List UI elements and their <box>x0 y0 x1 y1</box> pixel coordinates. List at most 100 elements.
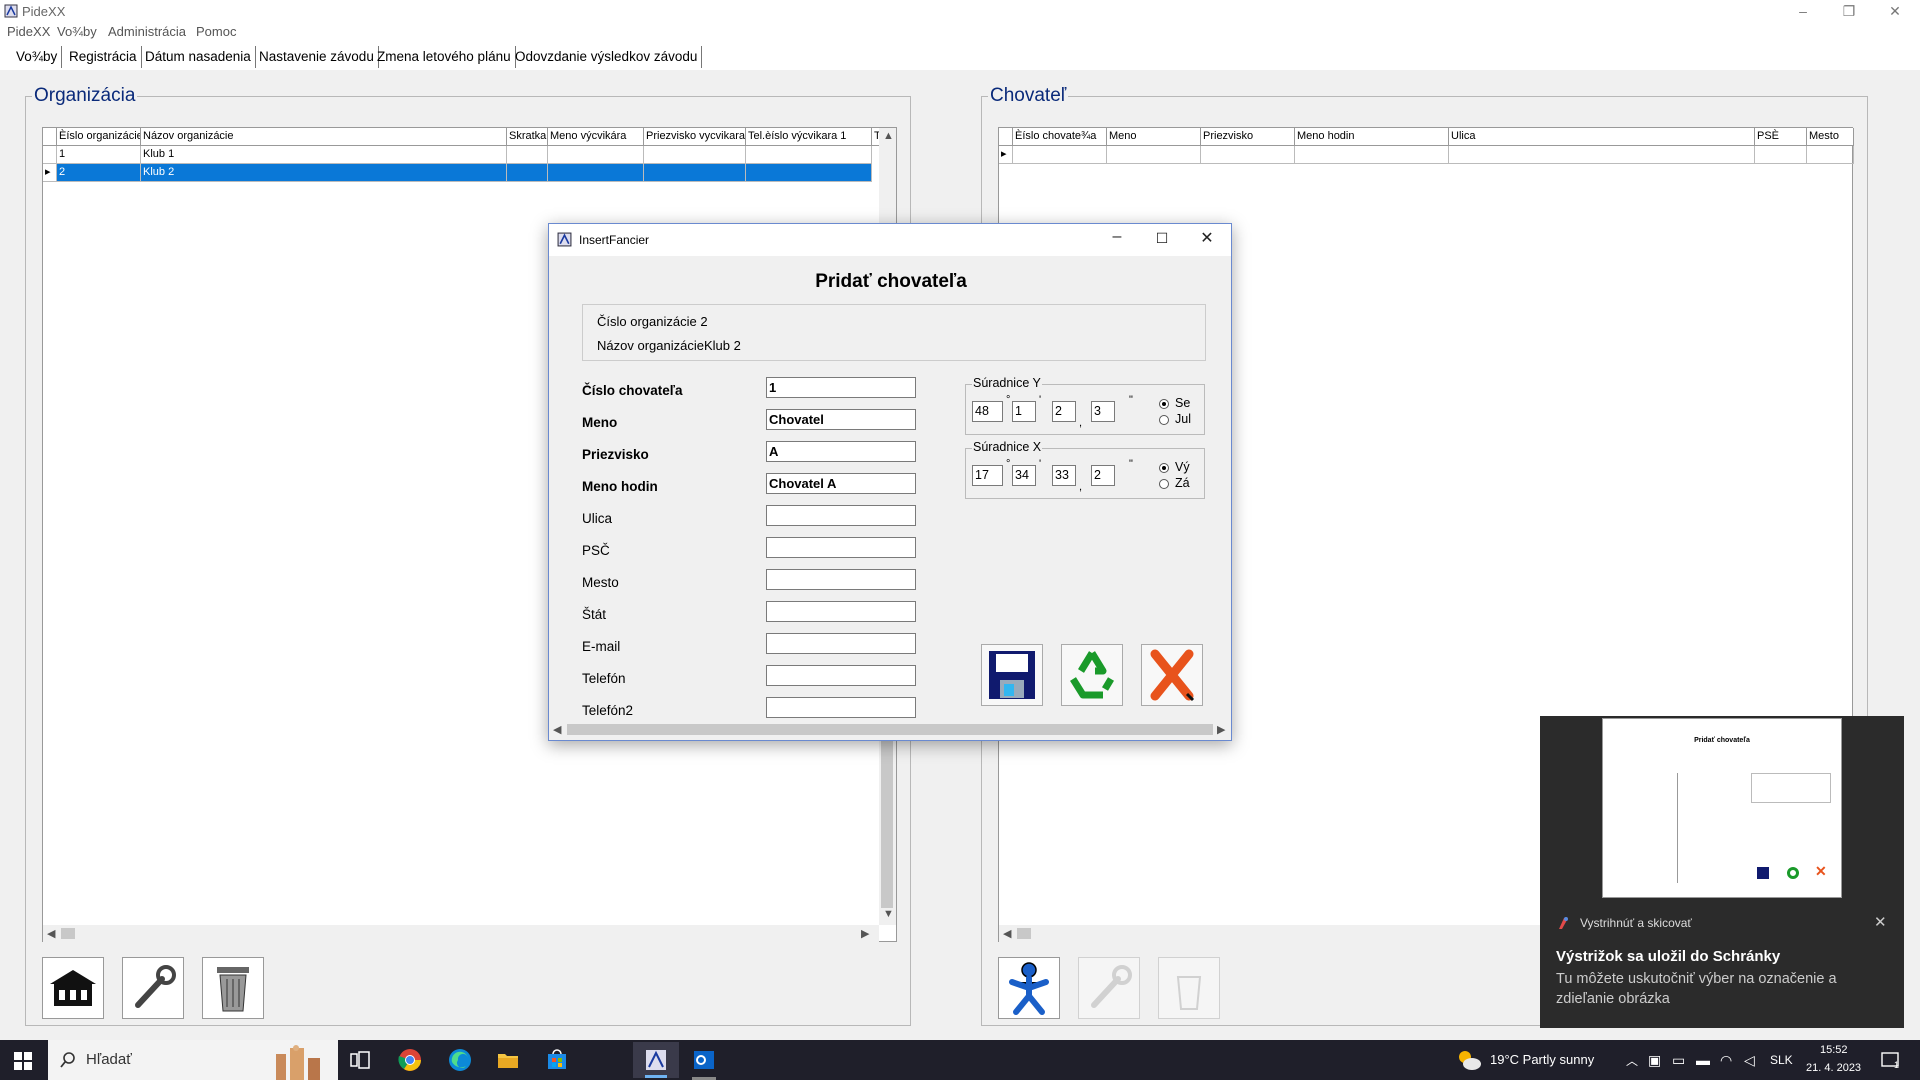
table-cell[interactable] <box>1295 146 1449 164</box>
scroll-left-icon[interactable]: ◀ <box>47 927 55 940</box>
table-cell[interactable] <box>1107 146 1201 164</box>
language-indicator[interactable]: SLK <box>1770 1053 1793 1067</box>
meeting-icon[interactable]: ▭ <box>1672 1052 1685 1069</box>
snip-thumbnail[interactable]: Pridať chovateľa ✕ <box>1602 718 1842 898</box>
edge-icon[interactable] <box>448 1048 472 1072</box>
tab-volby[interactable]: Vo¾by <box>12 46 63 68</box>
delete-fancier-button[interactable] <box>1158 957 1220 1019</box>
radio-sever[interactable] <box>1159 399 1169 409</box>
column-header[interactable]: Meno hodin <box>1295 128 1449 146</box>
column-header[interactable]: Meno výcvikára <box>548 128 644 146</box>
column-header[interactable]: Tel.èíslo výcvikara 1 <box>746 128 872 146</box>
phone2-input[interactable] <box>766 697 916 718</box>
table-cell[interactable] <box>548 164 644 182</box>
postal-code-input[interactable] <box>766 537 916 558</box>
table-cell[interactable] <box>746 164 872 182</box>
tab-nastavenie-zavodu[interactable]: Nastavenie závodu <box>255 46 379 68</box>
delete-organization-button[interactable] <box>202 957 264 1019</box>
coord-y-fraction-input[interactable]: 3 <box>1091 401 1115 422</box>
tab-odovzdanie-vysledkov[interactable]: Odovzdanie výsledkov závodu <box>511 46 703 68</box>
table-cell[interactable]: 1 <box>57 146 141 164</box>
table-cell[interactable] <box>1449 146 1755 164</box>
column-header[interactable]: Priezvisko <box>1201 128 1295 146</box>
chrome-icon[interactable] <box>398 1048 422 1072</box>
table-cell[interactable] <box>548 146 644 164</box>
column-header[interactable]: PSÈ <box>1755 128 1807 146</box>
scroll-up-icon[interactable]: ▲ <box>883 130 894 142</box>
menu-administracia[interactable]: Administrácia <box>108 24 186 39</box>
tab-datum-nasadenia[interactable]: Dátum nasadenia <box>141 46 256 68</box>
reset-button[interactable] <box>1061 644 1123 706</box>
last-name-input[interactable]: A <box>766 441 916 462</box>
chevron-up-icon[interactable]: ︿ <box>1626 1052 1638 1069</box>
windows-start-icon[interactable] <box>14 1052 32 1070</box>
table-cell[interactable]: 2 <box>57 164 141 182</box>
cancel-button[interactable] <box>1141 644 1203 706</box>
dialog-minimize-button[interactable]: – <box>1102 228 1132 246</box>
weather-text[interactable]: 19°C Partly sunny <box>1490 1052 1594 1067</box>
coord-x-minutes-input[interactable]: 34 <box>1012 465 1036 486</box>
radio-juh[interactable] <box>1159 415 1169 425</box>
scroll-left-icon[interactable]: ◀ <box>553 723 561 736</box>
taskbar-search[interactable]: Hľadať <box>48 1040 338 1080</box>
volume-icon[interactable]: ◁ <box>1744 1052 1755 1069</box>
email-input[interactable] <box>766 633 916 654</box>
toast-close-button[interactable]: ✕ <box>1874 913 1887 931</box>
dialog-close-button[interactable]: ✕ <box>1192 228 1222 248</box>
table-cell[interactable] <box>1807 146 1854 164</box>
tray-app-icon[interactable]: ▣ <box>1648 1052 1661 1069</box>
fancier-number-input[interactable]: 1 <box>766 377 916 398</box>
scroll-right-icon[interactable]: ▶ <box>861 927 869 940</box>
wifi-icon[interactable]: ◠ <box>1720 1052 1732 1069</box>
table-cell[interactable] <box>1755 146 1807 164</box>
table-cell[interactable] <box>507 146 548 164</box>
file-explorer-icon[interactable] <box>496 1048 520 1072</box>
store-icon[interactable] <box>545 1048 569 1072</box>
taskbar-active-app[interactable] <box>633 1042 679 1078</box>
snip-notification[interactable]: Pridať chovateľa ✕ Vystrihnúť a skicovať… <box>1540 716 1904 1028</box>
table-cell[interactable] <box>746 146 872 164</box>
phone-input[interactable] <box>766 665 916 686</box>
close-button[interactable]: ✕ <box>1872 0 1918 22</box>
clock-date[interactable]: 21. 4. 2023 <box>1806 1062 1861 1074</box>
table-cell[interactable] <box>1013 146 1107 164</box>
table-cell[interactable] <box>644 164 746 182</box>
task-view-icon[interactable] <box>348 1048 372 1072</box>
radio-zapad[interactable] <box>1159 479 1169 489</box>
column-header[interactable]: Názov organizácie <box>141 128 507 146</box>
column-header[interactable]: Priezvisko vycvikara <box>644 128 746 146</box>
scroll-thumb[interactable] <box>61 928 75 939</box>
outlook-icon[interactable] <box>692 1048 716 1072</box>
scroll-down-icon[interactable]: ▼ <box>883 908 894 920</box>
table-cell[interactable] <box>1201 146 1295 164</box>
menu-volby[interactable]: Vo¾by <box>57 24 97 39</box>
coord-x-degrees-input[interactable]: 17 <box>972 465 1003 486</box>
radio-vychod[interactable] <box>1159 463 1169 473</box>
edit-organization-button[interactable] <box>122 957 184 1019</box>
tab-registracia[interactable]: Registrácia <box>65 46 142 68</box>
column-header[interactable]: Ulica <box>1449 128 1755 146</box>
scroll-thumb[interactable] <box>1017 928 1031 939</box>
column-header[interactable]: Meno <box>1107 128 1201 146</box>
dialog-horizontal-scrollbar[interactable]: ◀ ▶ <box>549 721 1231 738</box>
table-cell[interactable]: Klub 1 <box>141 146 507 164</box>
column-header[interactable]: Èíslo chovate¾a <box>1013 128 1107 146</box>
tab-zmena-letoveho-planu[interactable]: Zmena letového plánu <box>373 46 516 68</box>
battery-icon[interactable]: ▬ <box>1696 1052 1710 1068</box>
scroll-thumb[interactable] <box>881 728 893 908</box>
coord-x-seconds-input[interactable]: 33 <box>1052 465 1076 486</box>
minimize-button[interactable]: – <box>1780 0 1826 22</box>
table-cell[interactable] <box>644 146 746 164</box>
horizontal-scrollbar[interactable]: ◀ ▶ <box>43 925 879 942</box>
dialog-maximize-button[interactable]: ☐ <box>1147 230 1177 247</box>
column-header[interactable]: Èíslo organizácie <box>57 128 141 146</box>
street-input[interactable] <box>766 505 916 526</box>
table-cell[interactable]: Klub 2 <box>141 164 507 182</box>
clock-time[interactable]: 15:52 <box>1820 1044 1848 1056</box>
table-cell[interactable] <box>507 164 548 182</box>
scroll-right-icon[interactable]: ▶ <box>1217 723 1225 736</box>
column-header[interactable]: Skratka <box>507 128 548 146</box>
menu-pomoc[interactable]: Pomoc <box>196 24 236 39</box>
city-input[interactable] <box>766 569 916 590</box>
clock-name-input[interactable]: Chovatel A <box>766 473 916 494</box>
